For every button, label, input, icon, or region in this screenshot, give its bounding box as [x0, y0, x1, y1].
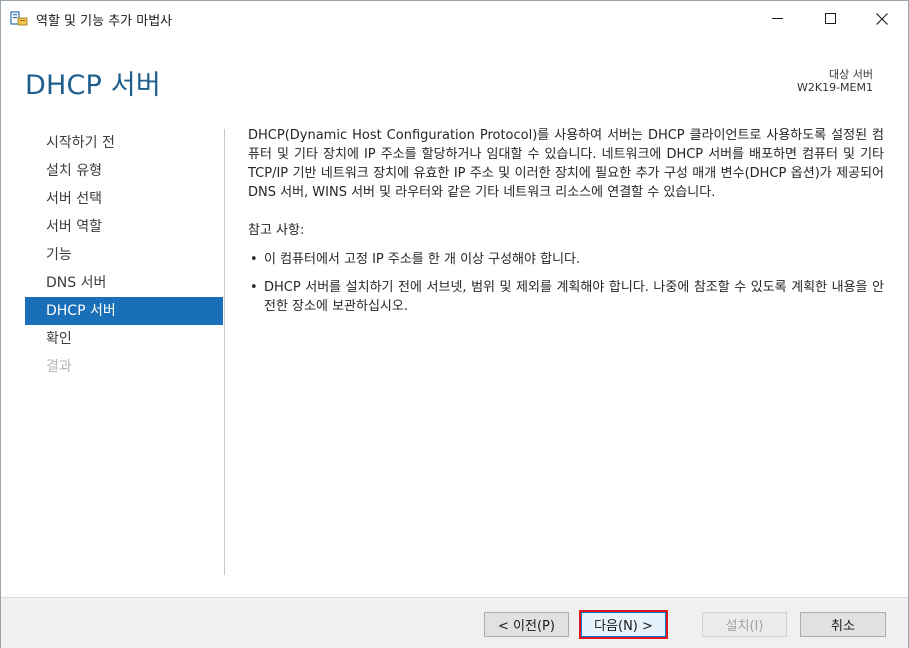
notes-list: • 이 컴퓨터에서 고정 IP 주소를 한 개 이상 구성해야 합니다. • DHC…	[248, 250, 884, 316]
button-bar: < 이전(P) 다음(N) > 설치(I) 취소	[1, 597, 908, 648]
list-item: • DHCP 서버를 설치하기 전에 서브넷, 범위 및 제외를 계획해야 합니다…	[248, 278, 884, 316]
bullet-icon: •	[250, 252, 258, 267]
note-text: 이 컴퓨터에서 고정 IP 주소를 한 개 이상 구성해야 합니다.	[264, 252, 581, 267]
nav-item-confirmation[interactable]: 확인	[25, 325, 223, 353]
wizard-window: 역할 및 기능 추가 마법사 DHCP 서버 대상 서버 W2K19-MEM1 …	[0, 0, 909, 648]
nav-item-features[interactable]: 기능	[25, 241, 223, 269]
nav-item-before-you-begin[interactable]: 시작하기 전	[25, 129, 223, 157]
cancel-button[interactable]: 취소	[800, 612, 886, 637]
install-button: 설치(I)	[702, 612, 787, 637]
intro-paragraph: DHCP(Dynamic Host Configuration Protocol…	[248, 128, 884, 200]
maximize-icon	[824, 13, 836, 24]
nav-item-installation-type[interactable]: 설치 유형	[25, 157, 223, 185]
nav-divider	[224, 129, 225, 575]
page-title: DHCP 서버	[25, 70, 161, 101]
notes-title: 참고 사항:	[248, 223, 305, 238]
list-item: • 이 컴퓨터에서 고정 IP 주소를 한 개 이상 구성해야 합니다.	[248, 250, 884, 269]
next-button[interactable]: 다음(N) >	[579, 610, 668, 639]
previous-button[interactable]: < 이전(P)	[484, 612, 569, 637]
minimize-icon	[771, 18, 783, 19]
title-bar[interactable]: 역할 및 기능 추가 마법사	[1, 1, 908, 36]
content-panel: DHCP(Dynamic Host Configuration Protocol…	[248, 126, 884, 325]
server-manager-icon	[10, 11, 28, 26]
nav-item-results: 결과	[46, 359, 72, 375]
close-button[interactable]	[859, 1, 905, 36]
target-server-label: 대상 서버	[829, 68, 873, 81]
close-icon	[876, 12, 888, 25]
nav-item-server-roles[interactable]: 서버 역할	[25, 213, 223, 241]
target-server-value: W2K19-MEM1	[797, 81, 873, 94]
minimize-button[interactable]	[754, 1, 800, 36]
nav-item-server-selection[interactable]: 서버 선택	[25, 185, 223, 213]
wizard-nav: 시작하기 전 설치 유형 서버 선택 서버 역할 기능 DNS 서버 DHCP …	[25, 129, 223, 381]
nav-item-dhcp-server[interactable]: DHCP 서버	[25, 297, 223, 325]
nav-item-dns-server[interactable]: DNS 서버	[25, 269, 223, 297]
note-text: DHCP 서버를 설치하기 전에 서브넷, 범위 및 제외를 계획해야 합니다.…	[264, 280, 884, 314]
bullet-icon: •	[250, 280, 258, 295]
window-title: 역할 및 기능 추가 마법사	[36, 14, 173, 29]
maximize-button[interactable]	[807, 1, 853, 36]
